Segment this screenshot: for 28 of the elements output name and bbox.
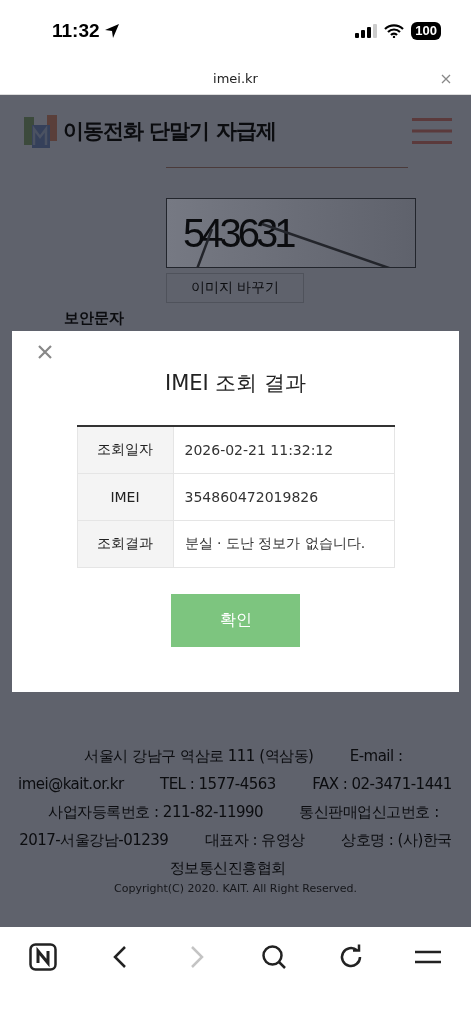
- location-arrow-icon: [103, 23, 120, 39]
- menu-icon: [414, 950, 443, 964]
- n-logo-icon: [28, 943, 57, 971]
- site-title: 이동전화 단말기 자급제: [63, 118, 276, 145]
- home-button[interactable]: [26, 941, 59, 973]
- battery-indicator: 100: [411, 22, 441, 40]
- row-value: 2026-02-21 11:32:12: [173, 426, 394, 473]
- signal-icon: [355, 24, 378, 38]
- row-value: 354860472019826: [173, 473, 394, 520]
- dialog-title: IMEI 조회 결과: [164, 370, 307, 397]
- row-value: 분실 · 도난 정보가 없습니다.: [173, 520, 394, 567]
- status-time: 11:32: [52, 20, 100, 42]
- close-icon[interactable]: [38, 345, 52, 359]
- captcha-label: 보안문자: [64, 309, 125, 328]
- logo-icon: [24, 114, 57, 148]
- row-label: 조회일자: [77, 426, 173, 473]
- row-label: IMEI: [77, 473, 173, 520]
- copyright-text: Copyright(C) 2020. KAIT. All Right Reserved.: [113, 882, 358, 895]
- search-icon: [261, 944, 288, 970]
- forward-icon: [189, 945, 204, 969]
- refresh-captcha-button[interactable]: 이미지 바꾸기: [166, 273, 304, 303]
- back-icon: [112, 945, 127, 969]
- wifi-icon: [384, 24, 405, 38]
- confirm-button[interactable]: 확인: [171, 593, 300, 647]
- row-label: 조회결과: [77, 520, 173, 567]
- close-icon[interactable]: [441, 74, 451, 84]
- footer-info: 서울시 강남구 역삼로 111 (역삼동) E-mail : imei@kait.or.kr TEL : 1577-4563 FAX : 02-3471-1441 사업자등록번호 : 211-82-11990 통신판매업신고번호 : 2017-서울강남-01239 대표자 : 유영상 상호명 : (사)한국정보통신진흥협회: [18, 746, 453, 879]
- url-text[interactable]: imei.kr: [213, 70, 258, 86]
